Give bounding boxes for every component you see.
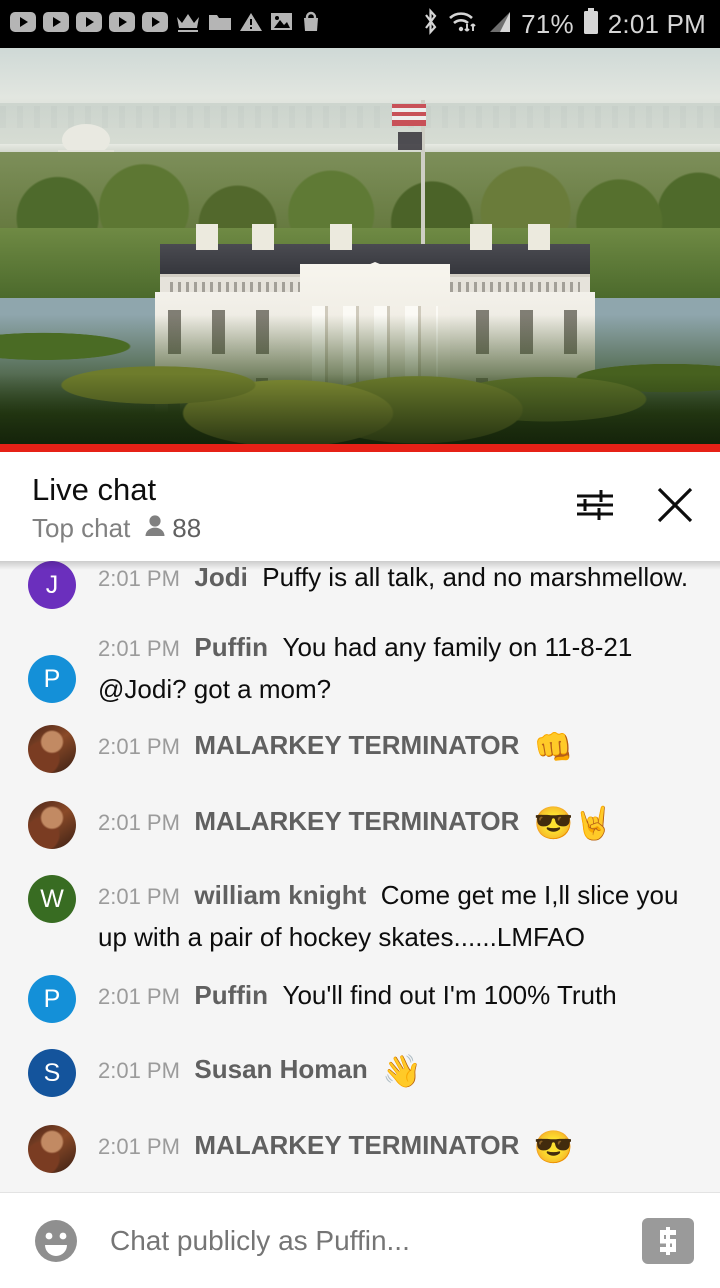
avatar[interactable]: P [28,655,76,703]
chat-header-titles: Live chat Top chat 88 [32,472,201,544]
message-body: 2:01 PM Puffin You'll find out I'm 100% … [76,975,625,1017]
message-body: 2:01 PM Susan Homan 👋 [76,1049,430,1091]
list-item[interactable]: J 2:01 PM Jodi Puffy is all talk, and no… [0,561,720,609]
person-icon [144,514,166,543]
message-body: 2:01 PM MALARKEY TERMINATOR 😎🤘 [76,801,622,843]
message-body: 2:01 PM MALARKEY TERMINATOR 👊 [76,725,582,767]
message-timestamp: 2:01 PM [98,810,180,835]
battery-icon [583,8,599,40]
youtube-play-icon [43,11,69,37]
roof-chimney [528,224,550,250]
list-item[interactable]: W 2:01 PM william knight Come get me I,l… [0,875,720,957]
message-author[interactable]: MALARKEY TERMINATOR [194,806,519,836]
youtube-play-icon [109,11,135,37]
video-player[interactable] [0,48,720,452]
message-text: You'll find out I'm 100% Truth [282,980,617,1010]
list-item[interactable]: S 2:01 PM Susan Homan 👋 [0,1049,720,1097]
message-author[interactable]: Susan Homan [194,1054,367,1084]
message-body: 2:01 PM MALARKEY TERMINATOR 😎 [76,1125,582,1167]
message-timestamp: 2:01 PM [98,1134,180,1159]
wifi-icon [448,9,478,40]
video-progress-bar[interactable] [0,444,720,452]
chat-header-subtitle-row: Top chat 88 [32,513,201,544]
message-author[interactable]: Puffin [194,980,268,1010]
status-bar: 71% 2:01 PM [0,0,720,48]
warning-triangle-icon [239,11,263,37]
status-bar-left-icons [10,11,322,38]
battery-percent-label: 71% [521,8,574,39]
message-author[interactable]: Jodi [194,562,247,592]
message-author[interactable]: MALARKEY TERMINATOR [194,1130,519,1160]
avatar-initial: J [45,570,59,599]
message-timestamp: 2:01 PM [98,636,180,661]
avatar[interactable]: P [28,975,76,1023]
chat-message-list[interactable]: J 2:01 PM Jodi Puffy is all talk, and no… [0,561,720,1193]
viewer-count-group: 88 [144,513,201,544]
avatar-initial: W [40,884,64,913]
avatar[interactable]: J [28,561,76,609]
message-text: Puffy is all talk, and no marshmellow. [262,562,689,592]
youtube-play-icon [142,11,168,37]
chat-mode-label[interactable]: Top chat [32,513,130,544]
list-item[interactable]: P 2:01 PM Puffin You'll find out I'm 100… [0,975,720,1023]
emoji-smiley-icon[interactable] [30,1215,82,1267]
us-flag [392,104,426,126]
avatar[interactable] [28,801,76,849]
message-timestamp: 2:01 PM [98,984,180,1009]
chat-input[interactable] [82,1224,642,1257]
message-emoji: 👊 [533,729,574,765]
list-item[interactable]: P 2:01 PM Puffin You had any family on 1… [0,627,720,709]
image-icon [270,11,293,37]
chat-input-bar [0,1193,720,1288]
status-bar-right-icons: 71% 2:01 PM [422,8,706,40]
message-author[interactable]: MALARKEY TERMINATOR [194,730,519,760]
youtube-play-icon [76,11,102,37]
roof-chimney [196,224,218,250]
list-item[interactable]: 2:01 PM MALARKEY TERMINATOR 👊 [0,725,720,773]
list-item[interactable]: 2:01 PM MALARKEY TERMINATOR 😎 [0,1125,720,1173]
avatar[interactable] [28,1125,76,1173]
message-timestamp: 2:01 PM [98,1058,180,1083]
live-chat-header: Live chat Top chat 88 [0,452,720,561]
message-body: 2:01 PM william knight Come get me I,ll … [76,875,702,957]
chat-header-actions [572,474,698,528]
message-author[interactable]: Puffin [194,632,268,662]
page-title: Live chat [32,472,157,507]
roof-chimney [470,224,492,250]
folder-icon [208,11,232,37]
avatar[interactable] [28,725,76,773]
dollar-superchat-icon[interactable] [642,1217,694,1264]
roof-chimney [330,224,352,250]
roof-chimney [252,224,274,250]
avatar-initial: S [43,1058,61,1087]
message-timestamp: 2:01 PM [98,884,180,909]
avatar[interactable]: W [28,875,76,923]
avatar-initial: P [43,984,61,1013]
clock-label: 2:01 PM [607,8,706,39]
shopping-bag-icon [300,11,322,38]
tune-sliders-icon[interactable] [572,482,618,528]
close-icon[interactable] [652,482,698,528]
crown-icon [175,11,201,38]
youtube-play-icon [10,11,36,37]
message-timestamp: 2:01 PM [98,566,180,591]
list-item[interactable]: 2:01 PM MALARKEY TERMINATOR 😎🤘 [0,801,720,849]
message-text: Come get me I,ll slice you up with a pai… [98,880,679,952]
message-timestamp: 2:01 PM [98,734,180,759]
message-author[interactable]: william knight [194,880,366,910]
message-emoji: 😎 [533,1129,574,1165]
message-emoji: 😎🤘 [533,805,614,841]
secondary-flag [398,132,422,150]
avatar-initial: P [43,664,61,693]
avatar[interactable]: S [28,1049,76,1097]
message-body: 2:01 PM Jodi Puffy is all talk, and no m… [76,561,696,599]
cellular-signal-icon [487,10,512,39]
message-emoji: 👋 [382,1053,423,1089]
viewer-count-label: 88 [172,512,202,543]
message-body: 2:01 PM Puffin You had any family on 11-… [76,627,702,709]
bluetooth-icon [422,8,439,40]
video-vignette [0,374,720,444]
